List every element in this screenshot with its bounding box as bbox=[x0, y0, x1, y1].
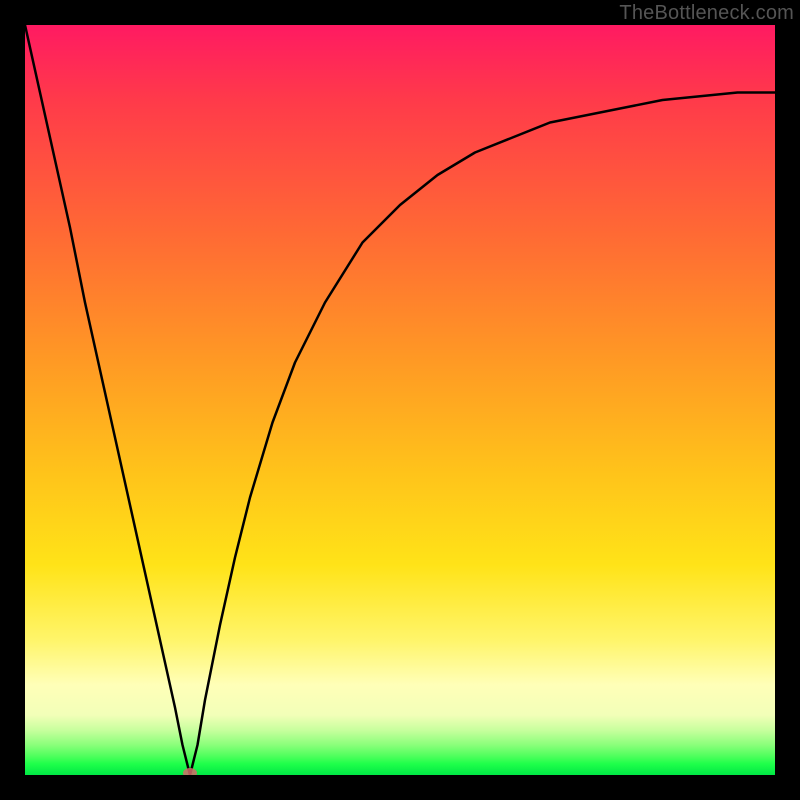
curve-layer bbox=[25, 25, 775, 775]
bottleneck-curve bbox=[25, 25, 775, 775]
plot-area bbox=[25, 25, 775, 775]
chart-frame: TheBottleneck.com bbox=[0, 0, 800, 800]
minimum-point-marker bbox=[183, 768, 197, 775]
watermark-text: TheBottleneck.com bbox=[619, 2, 794, 25]
